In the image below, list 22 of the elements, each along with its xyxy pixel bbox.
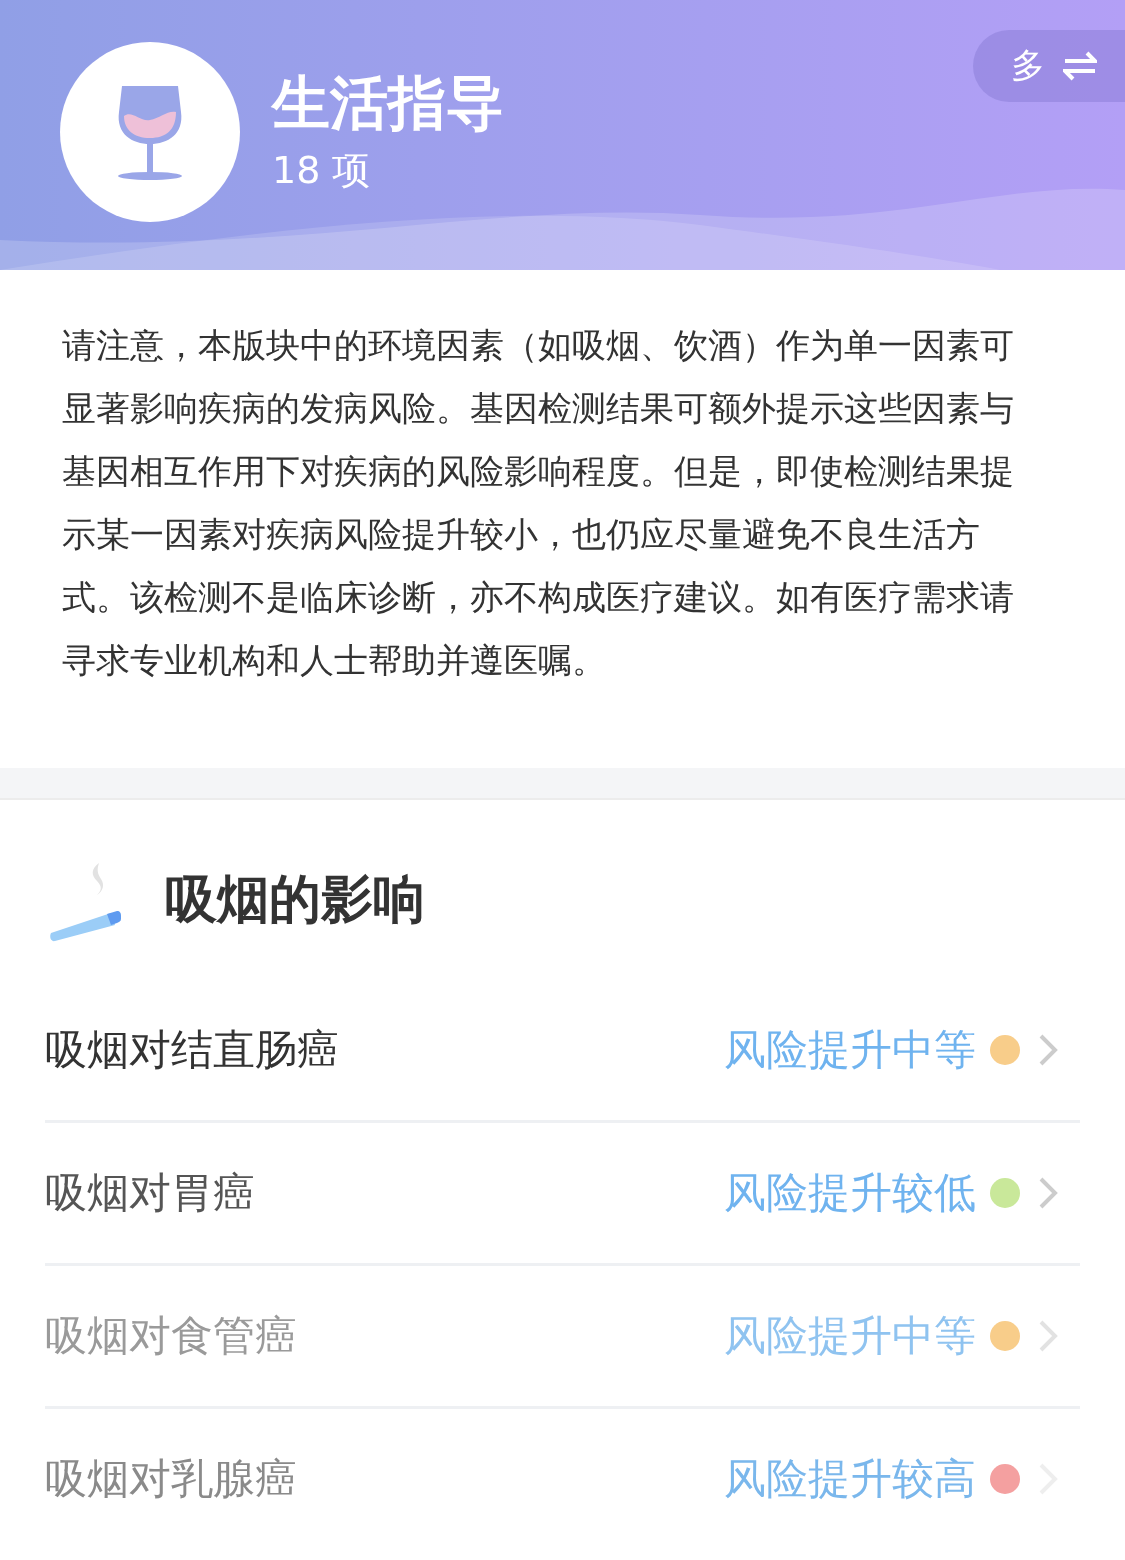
cigarette-icon	[47, 861, 123, 943]
chevron-right-icon	[1038, 1176, 1058, 1210]
switch-button[interactable]: 多	[973, 30, 1125, 102]
risk-list-item[interactable]: 吸烟对结直肠癌 风险提升中等	[45, 980, 1080, 1123]
risk-level: 风险提升中等	[724, 1310, 976, 1362]
risk-level: 风险提升较低	[724, 1167, 976, 1219]
chevron-right-icon	[1038, 1033, 1058, 1067]
cancer-name: 吸烟对食管癌	[45, 1310, 298, 1362]
risk-level: 风险提升中等	[724, 1024, 976, 1076]
swap-icon	[1063, 51, 1097, 81]
chevron-right-icon	[1038, 1319, 1058, 1353]
notice-paragraph: 请注意，本版块中的环境因素（如吸烟、饮酒）作为单一因素可显著影响疾病的发病风险。基因检测结果可额外提示这些因素与基因相互作用下对疾病的风险影响程度。但是，即使检测结果提示某一因素对疾病风险提升较小，也仍应尽量避免不良生活方式。该检测不是临床诊断，亦不构成医疗建议。如有医疗需求请寻求专业机构和人士帮助并遵医嘱。	[61, 324, 1015, 682]
risk-list-item[interactable]: 吸烟对乳腺癌 风险提升较高	[45, 1409, 1080, 1549]
risk-list-item[interactable]: 吸烟对胃癌 风险提升较低	[45, 1123, 1080, 1266]
cancer-name: 吸烟对胃癌	[45, 1167, 256, 1219]
risk-level: 风险提升较高	[724, 1453, 976, 1505]
risk-list-item[interactable]: 吸烟对食管癌 风险提升中等	[45, 1266, 1080, 1409]
cancer-name: 吸烟对乳腺癌	[45, 1453, 298, 1505]
cancer-name: 吸烟对结直肠癌	[45, 1024, 340, 1076]
section-title: 吸烟的影响	[165, 868, 425, 931]
page-title: 生活指导	[272, 68, 504, 139]
item-count: 18 项	[272, 147, 372, 194]
